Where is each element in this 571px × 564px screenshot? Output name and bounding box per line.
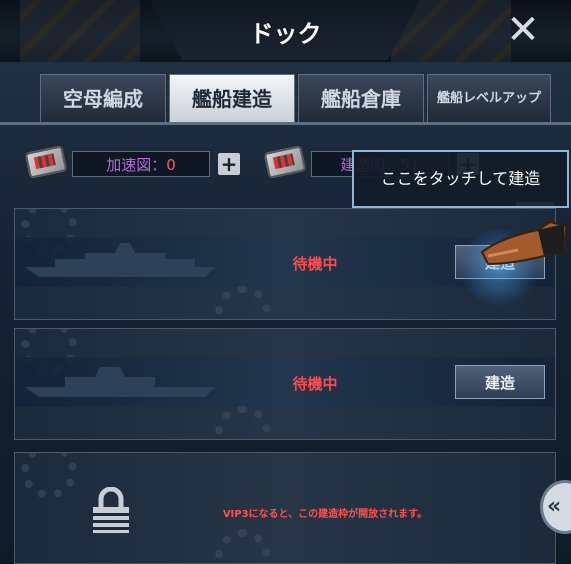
gear-icon	[21, 453, 77, 499]
pointing-hand-icon	[480, 220, 568, 266]
speedup-value: 0	[166, 156, 176, 174]
gear-icon	[215, 405, 271, 439]
lock-icon	[93, 487, 129, 533]
tab-ship-warehouse[interactable]: 艦船倉庫	[298, 74, 424, 122]
ship-silhouette-icon	[25, 367, 215, 397]
dock-panel: 空母編成 艦船建造 艦船倉庫 艦船レベルアップ 加速図：0 + 建造図：51 +…	[0, 62, 571, 564]
close-icon[interactable]: ✕	[503, 10, 543, 50]
add-speedup-button[interactable]: +	[218, 153, 240, 175]
locked-message: VIP3になると、この建造枠が開放されます。	[222, 509, 428, 520]
ship-silhouette-icon	[25, 243, 215, 277]
blueprint-icon	[24, 145, 68, 179]
locked-build-slot: VIP3になると、この建造枠が開放されます。	[14, 452, 556, 564]
tab-carrier-formation[interactable]: 空母編成	[40, 74, 166, 122]
slot-status: 待機中	[292, 375, 338, 393]
gear-icon	[215, 529, 271, 563]
gear-icon	[215, 285, 271, 319]
slot-status: 待機中	[292, 255, 338, 273]
blueprint-icon	[263, 145, 307, 179]
speedup-blueprint-counter: 加速図：0	[72, 151, 210, 177]
tab-bar: 空母編成 艦船建造 艦船倉庫 艦船レベルアップ	[0, 74, 571, 122]
tutorial-tooltip: ここをタッチして建造	[352, 150, 569, 208]
build-slot: 待機中 建造	[14, 328, 556, 440]
page-title: ドック	[249, 20, 322, 48]
title-bar: ドック ✕	[0, 0, 571, 64]
tab-divider	[0, 122, 571, 125]
speedup-label: 加速図：	[106, 156, 167, 174]
tab-ship-build[interactable]: 艦船建造	[169, 74, 295, 122]
tab-ship-levelup[interactable]: 艦船レベルアップ	[427, 74, 551, 122]
build-button[interactable]: 建造	[455, 365, 545, 399]
